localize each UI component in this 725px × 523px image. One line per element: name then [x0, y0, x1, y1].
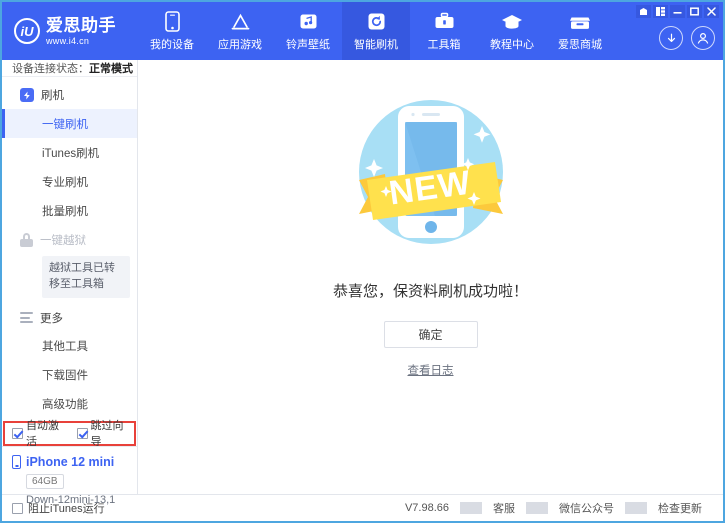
phone-icon [12, 455, 21, 469]
check-update-link[interactable]: 检查更新 [647, 500, 713, 516]
sidebar-item-label: 下载固件 [42, 367, 88, 383]
app-body: 设备连接状态： 正常模式 刷机 一键刷机 iTunes刷机 专业刷机 [2, 60, 723, 494]
header-utility-icons [659, 26, 715, 50]
new-phone-badge-illustration: NEW [341, 84, 521, 264]
device-model: Down-12mini-13,1 [26, 494, 137, 506]
music-icon [299, 11, 318, 33]
refresh-icon [367, 11, 386, 33]
main-nav: 我的设备 应用游戏 铃声壁纸 智能刷机 [138, 2, 614, 60]
support-link[interactable]: 客服 [482, 500, 526, 516]
device-capacity: 64GB [26, 474, 64, 489]
nav-label: 我的设备 [150, 36, 194, 52]
nav-item-my-device[interactable]: 我的设备 [138, 2, 206, 60]
sidebar-item-label: 其他工具 [42, 338, 88, 354]
logo-title: 爱思助手 [46, 17, 116, 34]
checkbox-skip-wizard[interactable] [77, 428, 88, 439]
result-message: 恭喜您，保资料刷机成功啦！ [333, 280, 528, 301]
sidebar: 设备连接状态： 正常模式 刷机 一键刷机 iTunes刷机 专业刷机 [2, 60, 138, 494]
lock-icon [20, 233, 33, 247]
nav-item-tutorials[interactable]: 教程中心 [478, 2, 546, 60]
jailbreak-tooltip: 越狱工具已转移至工具箱 [42, 256, 130, 298]
option-label: 跳过向导 [91, 417, 135, 449]
sidebar-item-label: 高级功能 [42, 396, 88, 412]
option-auto-activate[interactable]: 自动激活 [12, 417, 70, 449]
account-icon[interactable] [691, 26, 715, 50]
connection-status-label: 设备连接状态： [12, 60, 89, 76]
sidebar-item-label: 专业刷机 [42, 174, 88, 190]
store-icon [569, 11, 591, 33]
checkbox-auto-activate[interactable] [12, 428, 23, 439]
logo-subtitle: www.i4.cn [46, 37, 116, 46]
sidebar-item-label: 一键刷机 [42, 116, 88, 132]
view-log-link[interactable]: 查看日志 [408, 362, 454, 378]
sidebar-item-one-key-flash[interactable]: 一键刷机 [2, 109, 137, 138]
sidebar-item-other-tools[interactable]: 其他工具 [2, 332, 137, 361]
sidebar-item-pro-flash[interactable]: 专业刷机 [2, 167, 137, 196]
sidebar-item-batch-flash[interactable]: 批量刷机 [2, 196, 137, 225]
flash-icon [20, 88, 34, 102]
nav-label: 铃声壁纸 [286, 36, 330, 52]
main-content: NEW 恭喜您，保资料刷机成功啦！ 确定 查看日志 [138, 60, 723, 494]
sidebar-nav: 刷机 一键刷机 iTunes刷机 专业刷机 批量刷机 [2, 77, 137, 419]
nav-item-ringtones-wallpaper[interactable]: 铃声壁纸 [274, 2, 342, 60]
sidebar-group-flash: 刷机 [2, 81, 137, 109]
sidebar-item-download-firmware[interactable]: 下载固件 [2, 361, 137, 390]
divider [625, 502, 647, 514]
device-name-row: iPhone 12 mini [12, 455, 137, 469]
nav-item-toolbox[interactable]: 工具箱 [410, 2, 478, 60]
checkbox-block-itunes[interactable] [12, 503, 23, 514]
app-logo[interactable]: iU 爱思助手 www.i4.cn [2, 2, 138, 60]
close-icon[interactable] [704, 5, 719, 18]
download-icon[interactable] [659, 26, 683, 50]
toolbox-icon [434, 11, 455, 33]
maximize-icon[interactable] [687, 5, 702, 18]
nav-item-smart-flash[interactable]: 智能刷机 [342, 2, 410, 60]
connection-status-value: 正常模式 [89, 60, 133, 76]
sidebar-item-label: iTunes刷机 [42, 145, 99, 161]
hamburger-icon [20, 312, 33, 323]
divider [460, 502, 482, 514]
appstore-icon [230, 11, 251, 33]
app-header: iU 爱思助手 www.i4.cn 我的设备 应用游戏 [2, 2, 723, 60]
nav-label: 应用游戏 [218, 36, 262, 52]
app-window: iU 爱思助手 www.i4.cn 我的设备 应用游戏 [0, 0, 725, 523]
status-bar-right: V7.98.66 客服 微信公众号 检查更新 [394, 500, 713, 516]
device-name: iPhone 12 mini [26, 455, 114, 469]
sidebar-item-advanced[interactable]: 高级功能 [2, 390, 137, 419]
option-skip-wizard[interactable]: 跳过向导 [77, 417, 135, 449]
logo-mark-icon: iU [14, 18, 40, 44]
sidebar-group-label: 刷机 [41, 87, 64, 103]
nav-label: 工具箱 [428, 36, 461, 52]
graduation-cap-icon [501, 11, 523, 33]
phone-icon [165, 11, 180, 33]
flash-options-row: 自动激活 跳过向导 [3, 421, 136, 446]
sidebar-item-jailbreak: 一键越狱 [2, 225, 137, 254]
connection-status: 设备连接状态： 正常模式 [2, 60, 137, 77]
sidebar-item-label: 一键越狱 [40, 232, 86, 248]
sidebar-item-label: 批量刷机 [42, 203, 88, 219]
nav-label: 爱思商城 [558, 36, 602, 52]
nav-item-store[interactable]: 爱思商城 [546, 2, 614, 60]
sidebar-group-more: 更多 [2, 304, 137, 332]
nav-label: 智能刷机 [354, 36, 398, 52]
sidebar-group-label: 更多 [40, 310, 63, 326]
menu-icon[interactable] [653, 5, 668, 18]
nav-label: 教程中心 [490, 36, 534, 52]
option-label: 自动激活 [26, 417, 70, 449]
wechat-link[interactable]: 微信公众号 [548, 500, 625, 516]
confirm-button[interactable]: 确定 [384, 321, 478, 348]
sidebar-item-itunes-flash[interactable]: iTunes刷机 [2, 138, 137, 167]
divider [526, 502, 548, 514]
skin-icon[interactable] [636, 5, 651, 18]
minimize-icon[interactable] [670, 5, 685, 18]
version-label: V7.98.66 [394, 502, 460, 514]
window-controls [636, 5, 719, 18]
nav-item-apps-games[interactable]: 应用游戏 [206, 2, 274, 60]
